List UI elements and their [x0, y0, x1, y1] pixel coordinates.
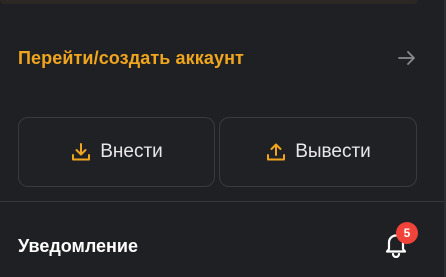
notifications-title: Уведомление: [18, 235, 139, 256]
notifications-bell-button[interactable]: 5: [376, 222, 418, 266]
download-icon: [70, 141, 92, 163]
deposit-label: Внести: [100, 141, 163, 162]
go-to-account-link[interactable]: Перейти/создать аккаунт: [18, 42, 418, 74]
deposit-button[interactable]: Внести: [18, 117, 215, 187]
notifications-row: Уведомление 5: [18, 222, 418, 266]
account-panel: Перейти/создать аккаунт Внести Вывести У…: [0, 0, 446, 277]
account-link-label: Перейти/создать аккаунт: [18, 47, 244, 68]
withdraw-label: Вывести: [295, 141, 371, 162]
arrow-right-icon: [396, 47, 418, 69]
section-divider: [0, 201, 444, 202]
top-banner-edge: [0, 0, 418, 4]
notification-count-badge: 5: [396, 222, 418, 244]
upload-icon: [265, 141, 287, 163]
withdraw-button[interactable]: Вывести: [219, 117, 417, 187]
